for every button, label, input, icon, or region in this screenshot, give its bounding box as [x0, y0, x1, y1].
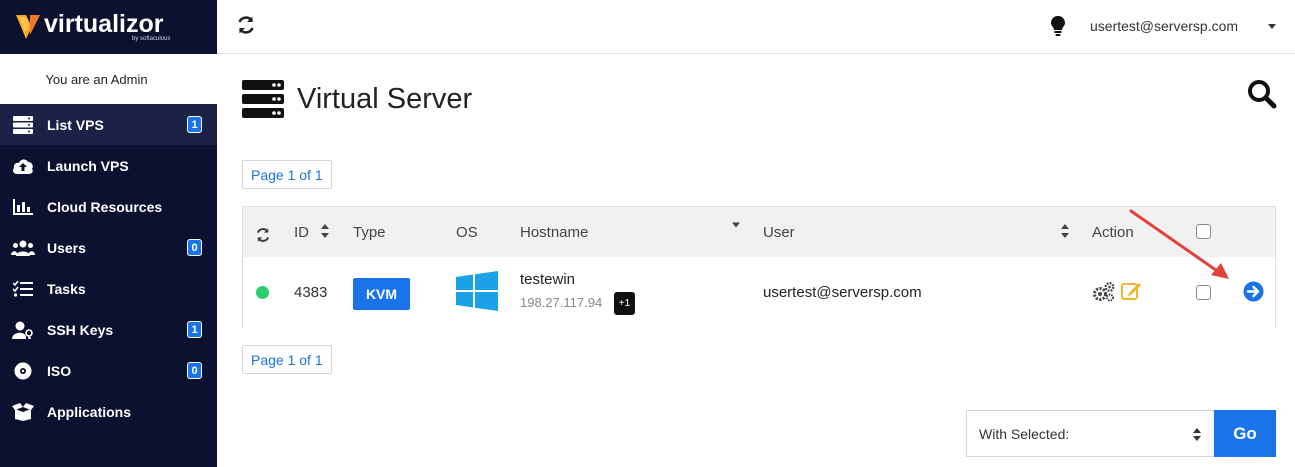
select-arrows-icon [1193, 428, 1201, 441]
server-icon [11, 115, 35, 135]
brand-sub: by softaculous [132, 36, 171, 42]
sidebar-item-cloud-resources[interactable]: Cloud Resources [0, 186, 217, 227]
sort-icon[interactable] [321, 224, 329, 238]
sidebar-item-label: Cloud Resources [47, 198, 163, 215]
chevron-down-icon[interactable] [1268, 24, 1276, 29]
column-header-id[interactable]: ID [294, 224, 309, 241]
sidebar-item-launch-vps[interactable]: Launch VPS [0, 145, 217, 186]
sidebar-item-label: Users [47, 239, 86, 256]
sidebar-item-iso[interactable]: ISO 0 [0, 350, 217, 391]
count-badge: 1 [187, 321, 202, 338]
arrow-right-circle-icon[interactable] [1243, 281, 1264, 302]
vps-hostname[interactable]: testewin [520, 271, 575, 288]
vps-user: usertest@serversp.com [763, 284, 922, 301]
with-selected-select[interactable]: With Selected: [966, 410, 1215, 457]
sidebar: virtualizor by softaculous You are an Ad… [0, 0, 217, 467]
count-badge: 0 [187, 239, 202, 256]
sidebar-item-label: Launch VPS [47, 157, 129, 174]
gears-icon[interactable] [1092, 282, 1115, 302]
virtualizor-logo-icon [16, 15, 40, 39]
refresh-icon[interactable] [236, 15, 256, 35]
brand-name: virtualizor [44, 9, 164, 38]
box-icon [11, 402, 35, 422]
vps-ip: 198.27.117.94 [520, 295, 603, 310]
sort-desc-icon[interactable] [732, 221, 740, 229]
table-row: 4383 KVM testewin 198.27.117.94 +1 usert… [243, 257, 1275, 328]
sidebar-item-label: List VPS [47, 116, 104, 133]
admin-notice: You are an Admin [0, 54, 217, 104]
sidebar-item-label: Tasks [47, 280, 86, 297]
sidebar-item-ssh-keys[interactable]: SSH Keys 1 [0, 309, 217, 350]
table-header: ID Type OS Hostname User Action [243, 207, 1275, 257]
with-selected-label: With Selected: [979, 425, 1070, 442]
column-header-hostname[interactable]: Hostname [520, 224, 588, 241]
annotation-arrow-icon [1129, 209, 1229, 279]
cloud-upload-icon [11, 156, 35, 176]
sidebar-item-list-vps[interactable]: List VPS 1 [0, 104, 217, 145]
vps-table: ID Type OS Hostname User Action 4383 KVM… [242, 206, 1276, 328]
sidebar-item-users[interactable]: Users 0 [0, 227, 217, 268]
tasks-icon [11, 279, 35, 299]
pagination-top[interactable]: Page 1 of 1 [242, 160, 332, 189]
disc-icon [11, 361, 35, 381]
pagination-bottom[interactable]: Page 1 of 1 [242, 345, 332, 374]
windows-icon [456, 271, 498, 311]
extra-ips-badge[interactable]: +1 [614, 292, 635, 315]
column-header-user[interactable]: User [763, 224, 795, 241]
sidebar-nav: List VPS 1 Launch VPS Cloud Resources Us… [0, 104, 217, 432]
count-badge: 0 [187, 362, 202, 379]
status-online-indicator [256, 286, 269, 299]
topbar: usertest@serversp.com [217, 0, 1295, 54]
sidebar-item-applications[interactable]: Applications [0, 391, 217, 432]
users-icon [11, 238, 35, 258]
column-header-type: Type [353, 224, 386, 241]
sidebar-item-label: Applications [47, 403, 132, 420]
column-header-os: OS [456, 224, 478, 241]
user-menu[interactable]: usertest@serversp.com [1090, 18, 1238, 34]
server-icon [242, 80, 284, 118]
row-select-checkbox[interactable] [1196, 285, 1211, 300]
sidebar-item-tasks[interactable]: Tasks [0, 268, 217, 309]
go-button[interactable]: Go [1214, 410, 1276, 457]
lightbulb-icon[interactable] [1051, 16, 1065, 36]
page-title: Virtual Server [297, 82, 473, 115]
brand-logo[interactable]: virtualizor by softaculous [0, 0, 217, 54]
bar-chart-icon [11, 197, 35, 217]
user-key-icon [11, 320, 35, 340]
sidebar-item-label: SSH Keys [47, 321, 114, 338]
page-header: Virtual Server [242, 80, 472, 118]
sort-icon[interactable] [1061, 224, 1069, 238]
vps-id: 4383 [294, 284, 328, 301]
vps-type-badge: KVM [353, 278, 410, 310]
refresh-icon[interactable] [255, 227, 271, 243]
search-icon[interactable] [1247, 79, 1277, 109]
count-badge: 1 [187, 116, 202, 133]
sidebar-item-label: ISO [47, 362, 72, 379]
